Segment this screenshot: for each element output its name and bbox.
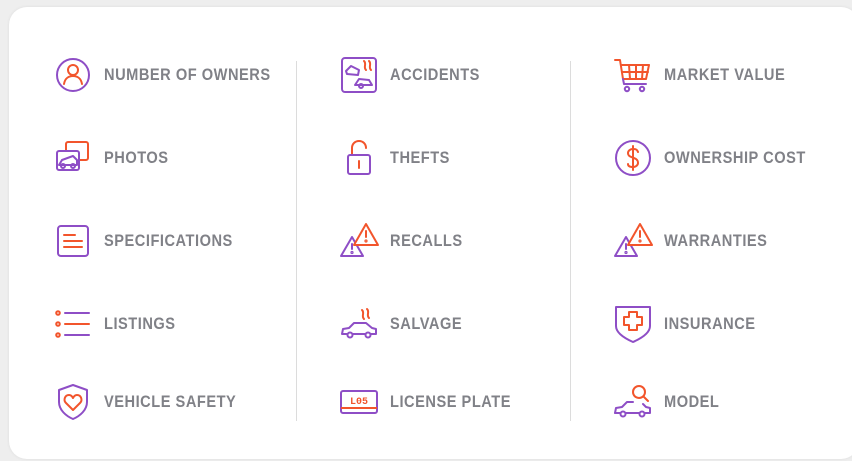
feature-label: VEHICLE SAFETY bbox=[104, 392, 237, 411]
feature-label: MODEL bbox=[664, 392, 720, 411]
column-divider bbox=[296, 61, 297, 421]
feature-item-model: MODEL bbox=[611, 380, 728, 424]
column-divider bbox=[570, 61, 571, 421]
feature-label: SALVAGE bbox=[390, 314, 463, 333]
unlocked-padlock-icon bbox=[337, 136, 381, 180]
features-card: NUMBER OF OWNERS PHOTOS SPECIFICATIONS L… bbox=[9, 7, 852, 459]
feature-label: SPECIFICATIONS bbox=[104, 231, 233, 250]
car-search-icon bbox=[611, 380, 655, 424]
feature-item-vehicle-safety: VEHICLE SAFETY bbox=[51, 380, 258, 424]
shopping-cart-icon bbox=[611, 53, 655, 97]
document-lines-icon bbox=[51, 219, 95, 263]
shield-heart-icon bbox=[51, 380, 95, 424]
feature-item-listings: LISTINGS bbox=[51, 302, 187, 346]
feature-item-market-value: MARKET VALUE bbox=[611, 53, 805, 97]
feature-label: INSURANCE bbox=[664, 314, 756, 333]
feature-label: ACCIDENTS bbox=[390, 65, 480, 84]
feature-item-license-plate: L05 LICENSE PLATE bbox=[337, 380, 531, 424]
car-photo-icon bbox=[51, 136, 95, 180]
feature-label: PHOTOS bbox=[104, 148, 169, 167]
feature-label: THEFTS bbox=[390, 148, 450, 167]
license-plate-text: L05 bbox=[350, 397, 368, 408]
feature-item-insurance: INSURANCE bbox=[611, 302, 770, 346]
feature-item-ownership-cost: OWNERSHIP COST bbox=[611, 136, 829, 180]
shield-cross-icon bbox=[611, 302, 655, 346]
feature-label: OWNERSHIP COST bbox=[664, 148, 806, 167]
warning-triangles-icon bbox=[337, 219, 381, 263]
feature-item-warranties: WARRANTIES bbox=[611, 219, 784, 263]
user-circle-icon bbox=[51, 53, 95, 97]
feature-item-recalls: RECALLS bbox=[337, 219, 474, 263]
feature-label: LICENSE PLATE bbox=[390, 392, 511, 411]
feature-item-accidents: ACCIDENTS bbox=[337, 53, 495, 97]
feature-label: LISTINGS bbox=[104, 314, 176, 333]
feature-label: WARRANTIES bbox=[664, 231, 768, 250]
feature-item-specifications: SPECIFICATIONS bbox=[51, 219, 254, 263]
car-crash-icon bbox=[337, 53, 381, 97]
feature-label: RECALLS bbox=[390, 231, 463, 250]
license-plate-icon: L05 bbox=[337, 380, 381, 424]
dollar-circle-icon bbox=[611, 136, 655, 180]
feature-item-number-of-owners: NUMBER OF OWNERS bbox=[51, 53, 298, 97]
warning-triangles-icon bbox=[611, 219, 655, 263]
car-smoke-icon bbox=[337, 302, 381, 346]
feature-label: MARKET VALUE bbox=[664, 65, 786, 84]
list-icon bbox=[51, 302, 95, 346]
feature-label: NUMBER OF OWNERS bbox=[104, 65, 271, 84]
feature-item-thefts: THEFTS bbox=[337, 136, 460, 180]
feature-item-salvage: SALVAGE bbox=[337, 302, 474, 346]
feature-item-photos: PHOTOS bbox=[51, 136, 179, 180]
